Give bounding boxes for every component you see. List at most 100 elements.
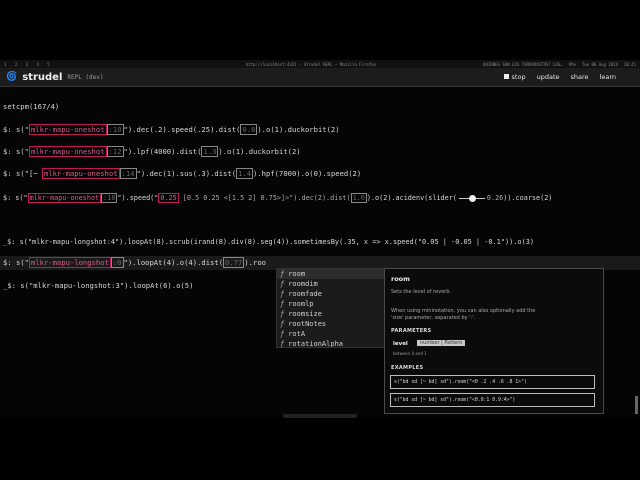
- doc-tooltip: room Sets the level of reverb. When usin…: [384, 268, 604, 414]
- sample-index: :10: [106, 124, 124, 135]
- app-brand: strudel: [22, 71, 63, 83]
- editor-scrollbar[interactable]: [635, 396, 638, 414]
- sample-index: :14: [119, 168, 137, 179]
- autocomplete-label: room: [288, 270, 306, 278]
- slider-handle[interactable]: [468, 194, 476, 202]
- code-text: $: s(": [3, 194, 28, 202]
- update-button[interactable]: update: [537, 73, 560, 81]
- code-text: $: s(": [3, 147, 29, 156]
- code-line-6[interactable]: $: s(" mlkr-mapu-longshot:0 ").loopAt(4).o…: [3, 257, 266, 268]
- doc-example-2[interactable]: s("bd sd [~ bd] sd").room("<0.9:1 0.9:4>…: [390, 393, 595, 407]
- learn-button[interactable]: learn: [600, 73, 616, 81]
- doc-description-3: 'size' parameter, separated by ':'.: [391, 315, 476, 321]
- window-title: http://localhost:4321 - Strudel REPL — M…: [246, 61, 377, 67]
- autocomplete-label: rotationAlpha: [288, 340, 344, 348]
- stop-button[interactable]: stop: [503, 73, 526, 81]
- code-text: ).o(1).duckorbit(2): [218, 147, 301, 156]
- code-text: ).hpf(7000).o(0).speed(2): [253, 169, 362, 178]
- doc-description: Sets the level of reverb.: [391, 289, 451, 295]
- autocomplete-label: roomdim: [288, 280, 318, 288]
- slider-value: 0.26: [486, 194, 504, 202]
- sample-highlight: mlkr-mapu-longshot: [28, 257, 111, 268]
- strudel-logo-icon: 🌀: [6, 72, 18, 82]
- code-text: ).o(1).duckorbit(2): [257, 125, 340, 134]
- param-type: number | Pattern: [417, 340, 466, 346]
- autocomplete-list: ƒ room ƒ roomdim ƒ roomfade ƒ roomlp ƒ roomsi…: [276, 268, 386, 348]
- sample-index: :12: [106, 146, 124, 157]
- function-icon: ƒ: [280, 290, 285, 298]
- code-text: )).coarse(2): [503, 194, 553, 202]
- autocomplete-item[interactable]: ƒ room: [277, 269, 385, 279]
- tray-date: Tue 06 Aug 2024: [581, 61, 618, 67]
- code-line-setcpm[interactable]: setcpm(167/4): [3, 102, 59, 112]
- function-icon: ƒ: [280, 280, 285, 288]
- pattern-string: [0.5 0.25 <[1.5 2] 0.75>]>").dec(2).dist…: [178, 194, 351, 202]
- function-icon: ƒ: [280, 320, 285, 328]
- autocomplete-item[interactable]: ƒ rotA: [277, 329, 385, 339]
- autocomplete-item[interactable]: ƒ roomdim: [277, 279, 385, 289]
- share-button[interactable]: share: [571, 73, 589, 81]
- code-text: ").dec(1).sus(.3).dist(: [136, 169, 237, 178]
- bottom-panel-handle[interactable]: [283, 414, 357, 418]
- dist-value: 0.77: [223, 257, 245, 268]
- code-text: ").dec(.2).speed(.25).dist(: [123, 125, 241, 134]
- autocomplete-item[interactable]: ƒ roomsize: [277, 309, 385, 319]
- autocomplete-label: rootNotes: [288, 320, 327, 328]
- dist-value: 1.4: [236, 168, 254, 179]
- code-text: ").speed(": [117, 194, 159, 202]
- param-range: between 0 and 1: [393, 351, 427, 356]
- autocomplete-item[interactable]: ƒ roomlp: [277, 299, 385, 309]
- slider-widget[interactable]: [458, 194, 485, 202]
- tray-clock: 20:41: [623, 61, 636, 67]
- code-text: ).o(2).acidenv(slider(: [366, 194, 457, 202]
- system-bar: 1 2 3 4 5 http://localhost:4321 - Strude…: [0, 60, 640, 68]
- app-header: 🌀 strudel REPL (dev) stop update share l…: [0, 68, 640, 87]
- code-text: ).roo: [244, 258, 266, 267]
- autocomplete-item[interactable]: ƒ rootNotes: [277, 319, 385, 329]
- function-icon: ƒ: [280, 300, 285, 308]
- speed-value: 0.25: [158, 193, 179, 203]
- doc-params-heading: PARAMETERS: [391, 328, 432, 334]
- code-text: $: s(": [3, 125, 29, 134]
- function-icon: ƒ: [280, 330, 285, 338]
- code-text: ").loopAt(4).o(4).dist(: [123, 258, 224, 267]
- sample-highlight: mlkr-mapu-oneshot: [27, 193, 102, 203]
- doc-examples-heading: EXAMPLES: [391, 365, 424, 371]
- doc-title: room: [391, 275, 410, 283]
- app-subtitle: REPL (dev): [67, 73, 104, 81]
- dist-value: 1.0: [350, 193, 367, 203]
- sample-highlight: mlkr-mapu-oneshot: [28, 146, 107, 157]
- code-text: ").lpf(4000).dist(: [123, 147, 202, 156]
- code-line-3[interactable]: $: s("[~ mlkr-mapu-oneshot:14 ").dec(1).s…: [3, 168, 362, 179]
- code-text: $: s(": [3, 258, 29, 267]
- autocomplete-item[interactable]: ƒ roomfade: [277, 289, 385, 299]
- autocomplete-item[interactable]: ƒ rotationAlpha: [277, 339, 385, 348]
- param-name: level: [393, 341, 408, 347]
- stop-icon: [503, 74, 509, 79]
- code-line-4[interactable]: $: s(" mlkr-mapu-oneshot:18 ").speed(" 0.25…: [3, 193, 552, 203]
- sample-index: :0: [110, 257, 124, 268]
- function-icon: ƒ: [280, 340, 285, 348]
- autocomplete-label: rotA: [288, 330, 306, 338]
- sample-highlight: mlkr-mapu-oneshot: [28, 124, 107, 135]
- workspace-indicator[interactable]: 1 2 3 4 5: [4, 62, 53, 67]
- tray-battery: 95%: [568, 61, 576, 67]
- sample-index: :18: [101, 193, 118, 203]
- system-tray: QUIENES SON LOS TXRRXRXSTXS? LOS… 95% Tu…: [483, 62, 636, 67]
- stop-label: stop: [511, 73, 526, 81]
- autocomplete-label: roomsize: [288, 310, 322, 318]
- dist-value: 0.8: [240, 124, 258, 135]
- code-line-1[interactable]: $: s(" mlkr-mapu-oneshot:10 ").dec(.2).spe…: [3, 124, 340, 135]
- tray-now-playing: QUIENES SON LOS TXRRXRXSTXS? LOS…: [483, 61, 563, 67]
- autocomplete-label: roomlp: [288, 300, 314, 308]
- dist-value: 1.3: [201, 146, 219, 157]
- doc-example-1[interactable]: s("bd sd [~ bd] sd").room("<0 .2 .4 .6 .…: [390, 375, 595, 389]
- code-line-2[interactable]: $: s(" mlkr-mapu-oneshot:12 ").lpf(4000).d…: [3, 146, 301, 157]
- doc-description-2: When using mininotation, you can also op…: [391, 308, 536, 314]
- header-nav: stop update share learn: [503, 73, 616, 81]
- code-line-7[interactable]: _$: s("mlkr-mapu-longshot:3").loopAt(6).…: [3, 281, 193, 291]
- sample-highlight: mlkr-mapu-oneshot: [41, 168, 120, 179]
- autocomplete-label: roomfade: [288, 290, 322, 298]
- function-icon: ƒ: [280, 270, 285, 278]
- code-line-5[interactable]: _$: s("mlkr-mapu-longshot:4").loopAt(8).…: [3, 237, 534, 247]
